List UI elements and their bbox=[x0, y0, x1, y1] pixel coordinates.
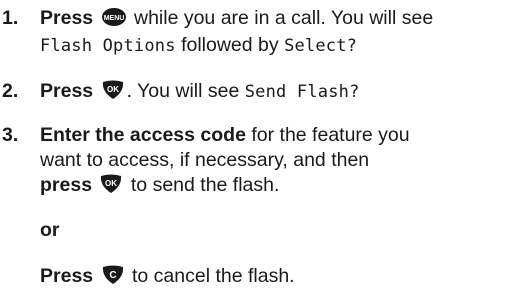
step-instruction: for the feature you bbox=[251, 124, 410, 146]
step-text: Press OK . You will see Send Flash? bbox=[40, 79, 360, 104]
step-verb: Enter the access code bbox=[40, 124, 246, 146]
ok-key-icon: OK bbox=[101, 80, 125, 100]
step-verb: Press bbox=[40, 265, 94, 287]
display-text: Select? bbox=[284, 36, 358, 56]
svg-text:OK: OK bbox=[107, 85, 119, 94]
svg-text:C: C bbox=[109, 270, 116, 281]
step-instruction: to send the flash. bbox=[130, 174, 280, 196]
step-instruction: followed by bbox=[181, 34, 279, 56]
step-text: Press MENU while you are in a call. You … bbox=[40, 6, 433, 30]
or-label: or bbox=[40, 219, 60, 241]
ok-key-icon: OK bbox=[99, 174, 123, 194]
step-number: 1. bbox=[2, 7, 19, 29]
step-verb: press bbox=[40, 174, 93, 196]
step-instruction: want to access, if necessary, and then bbox=[40, 149, 370, 171]
step-instruction: to cancel the flash. bbox=[131, 265, 295, 287]
step-instruction: while you are in a call. You will see bbox=[133, 7, 434, 29]
step-verb: Press bbox=[40, 7, 94, 29]
svg-text:MENU: MENU bbox=[103, 15, 124, 22]
display-text: Send Flash? bbox=[244, 82, 360, 102]
clear-key-icon: C bbox=[101, 265, 125, 285]
step-text: Enter the access code for the feature yo… bbox=[40, 123, 410, 147]
svg-text:OK: OK bbox=[105, 179, 117, 188]
step-number: 2. bbox=[2, 80, 19, 102]
menu-key-icon: MENU bbox=[101, 7, 127, 27]
step-instruction: . You will see bbox=[126, 80, 240, 102]
display-text: Flash Options bbox=[40, 36, 176, 56]
step-number: 3. bbox=[2, 124, 19, 146]
step-verb: Press bbox=[40, 80, 94, 102]
